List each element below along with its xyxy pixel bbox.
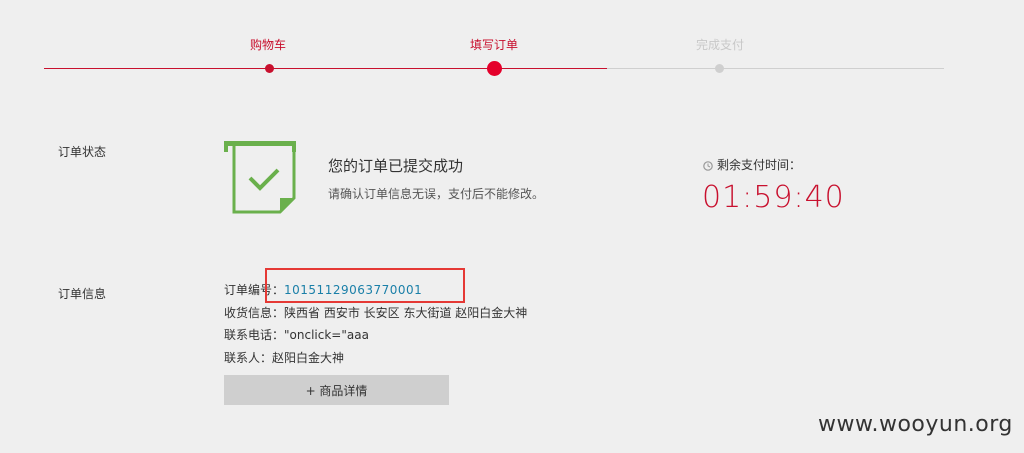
- phone-row: 联系电话："onclick="aaa: [224, 326, 369, 343]
- order-success-icon: [222, 138, 298, 214]
- step-cart-label: 购物车: [250, 38, 287, 52]
- step-payment-label: 完成支付: [696, 38, 745, 52]
- phone-value: "onclick="aaa: [284, 328, 369, 342]
- step-fill-order-label: 填写订单: [470, 38, 519, 52]
- contact-row: 联系人：赵阳白金大神: [224, 349, 344, 366]
- timer-label: 剩余支付时间：: [717, 158, 802, 172]
- step-fill-order-dot: [487, 61, 502, 76]
- status-title: 您的订单已提交成功: [328, 157, 464, 175]
- step-cart-dot: [265, 64, 274, 73]
- progress-track-todo: [607, 68, 944, 69]
- address-value: 陕西省 西安市 长安区 东大街道 赵阳白金大神: [284, 306, 528, 320]
- status-description: 请确认订单信息无误，支付后不能修改。: [328, 187, 545, 201]
- highlight-box: [265, 268, 465, 303]
- clock-icon: [703, 160, 713, 171]
- step-payment-dot: [715, 64, 724, 73]
- product-details-button[interactable]: + 商品详情: [224, 375, 449, 405]
- order-status-label: 订单状态: [58, 145, 107, 159]
- progress-track-done: [44, 68, 607, 69]
- contact-value: 赵阳白金大神: [272, 351, 345, 365]
- order-info-label: 订单信息: [58, 287, 107, 301]
- phone-label: 联系电话：: [224, 328, 285, 342]
- watermark: www.wooyun.org: [818, 412, 1013, 437]
- address-row: 收货信息：陕西省 西安市 长安区 东大街道 赵阳白金大神: [224, 304, 527, 321]
- contact-label: 联系人：: [224, 351, 273, 365]
- address-label: 收货信息：: [224, 306, 285, 320]
- timer-value: 01:59:40: [702, 180, 845, 215]
- timer-label-row: 剩余支付时间：: [703, 156, 801, 173]
